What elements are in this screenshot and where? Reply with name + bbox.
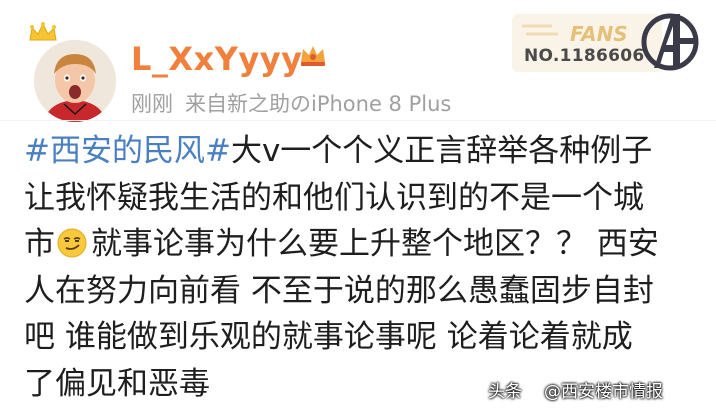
content-line: 吧 谁能做到乐观的就事论事呢 论着论着就成 [24, 319, 633, 355]
content-text: 大v一个个义正言辞举各种例子 [230, 133, 653, 169]
watermark-account: @西安楼市情报 [544, 382, 663, 402]
avatar-image [34, 40, 116, 122]
username[interactable]: L_XxYyyy- [131, 40, 316, 78]
post-time: 刚刚 [131, 92, 173, 116]
content-line: #西安的民风#大v一个个义正言辞举各种例子 [24, 128, 704, 175]
content-text: 市 [24, 226, 55, 262]
fans-card[interactable]: FANS NO.1186606 [512, 8, 702, 78]
content-line: 人在努力向前看 不至于说的那么愚蠢固步自封 [24, 272, 654, 309]
post-content: #西安的民风#大v一个个义正言辞举各种例子 让我怀疑我生活的和他们认识到的不是一… [24, 128, 704, 407]
post-source[interactable]: 来自新之助のiPhone 8 Plus [185, 92, 451, 116]
watermark-icon [526, 383, 542, 399]
watermark: 头条 @西安楼市情报 [488, 377, 663, 402]
crown-icon [29, 22, 57, 41]
fans-number: NO.1186606 [524, 46, 645, 66]
content-text: 就事论事为什么要上升整个地区？？ 西安 [91, 226, 659, 262]
content-line: 市 就事论事为什么要上升整个地区？？ 西安 [24, 221, 704, 268]
fans-label: FANS [570, 22, 628, 46]
hashtag-link[interactable]: #西安的民风# [24, 133, 231, 169]
content-line: 让我怀疑我生活的和他们认识到的不是一个城 [24, 179, 644, 216]
vip-badge-icon [301, 46, 325, 66]
weibo-post: L_XxYyyy- 刚刚 来自新之助のiPhone 8 Plus FANS NO.… [0, 0, 716, 411]
smirk-emoji [57, 228, 87, 258]
post-meta: 刚刚 来自新之助のiPhone 8 Plus [131, 88, 451, 118]
avengers-logo-icon [641, 13, 699, 71]
avatar[interactable] [24, 22, 120, 124]
header-divider [0, 120, 716, 121]
watermark-prefix: 头条 [488, 382, 522, 402]
